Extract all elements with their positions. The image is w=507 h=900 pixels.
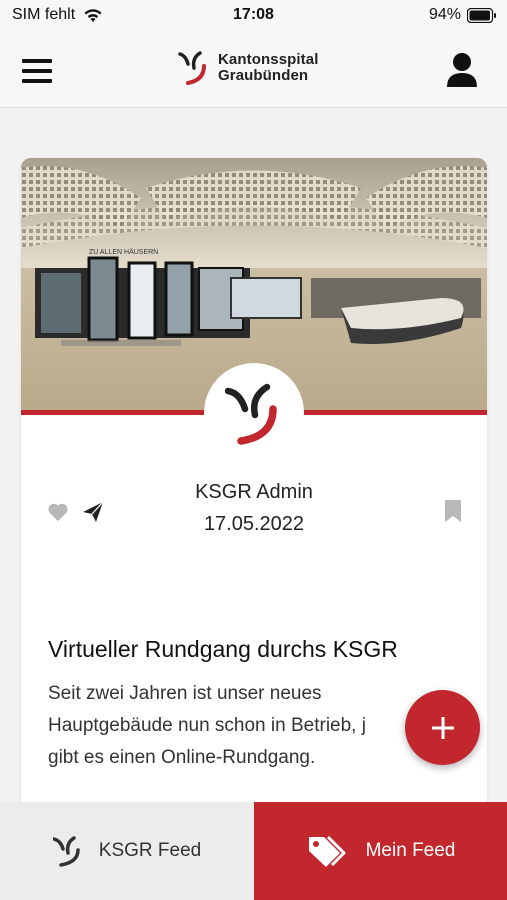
battery-icon xyxy=(467,7,496,23)
ksgr-logo-icon xyxy=(52,836,80,867)
battery-percent: 94% xyxy=(428,6,461,23)
hamburger-menu-icon xyxy=(22,59,52,83)
tab-label: Mein Feed xyxy=(365,840,456,861)
plus-icon xyxy=(431,716,454,739)
profile-button[interactable] xyxy=(445,52,479,88)
status-bar: SIM fehlt 17:08 94% xyxy=(0,0,507,32)
post-title[interactable]: Virtueller Rundgang durchs KSGR xyxy=(48,636,398,663)
tab-mein-feed[interactable]: Mein Feed xyxy=(254,802,507,900)
excerpt-line: Seit zwei Jahren ist unser neues xyxy=(48,683,322,704)
post-meta: KSGR Admin 17.05.2022 xyxy=(21,476,487,540)
image-sign: ZU ALLEN HÄUSERN xyxy=(89,248,158,256)
status-right: 94% xyxy=(429,6,497,24)
brand-line-1: Kantonsspital xyxy=(218,51,319,68)
app-header: Kantonsspital Graubünden xyxy=(0,32,507,108)
user-icon xyxy=(447,53,477,87)
tab-ksgr-feed[interactable]: KSGR Feed xyxy=(0,802,254,900)
post-author: KSGR Admin xyxy=(195,481,313,503)
author-avatar xyxy=(204,363,304,463)
brand-logo: Kantonsspital Graubünden xyxy=(178,50,318,86)
brand-name: Kantonsspital Graubünden xyxy=(218,52,318,84)
add-post-button[interactable] xyxy=(405,690,480,765)
menu-button[interactable] xyxy=(22,56,52,86)
bottom-tab-bar: KSGR Feed Mein Feed xyxy=(0,802,507,900)
tags-icon xyxy=(308,835,346,867)
tab-label: KSGR Feed xyxy=(98,840,202,861)
post-date: 17.05.2022 xyxy=(203,513,305,535)
ksgr-logo-icon xyxy=(178,51,206,85)
ksgr-logo-icon xyxy=(225,383,277,445)
excerpt-line: gibt es einen Online-Rundgang. xyxy=(48,747,316,768)
brand-line-2: Graubünden xyxy=(218,67,309,84)
